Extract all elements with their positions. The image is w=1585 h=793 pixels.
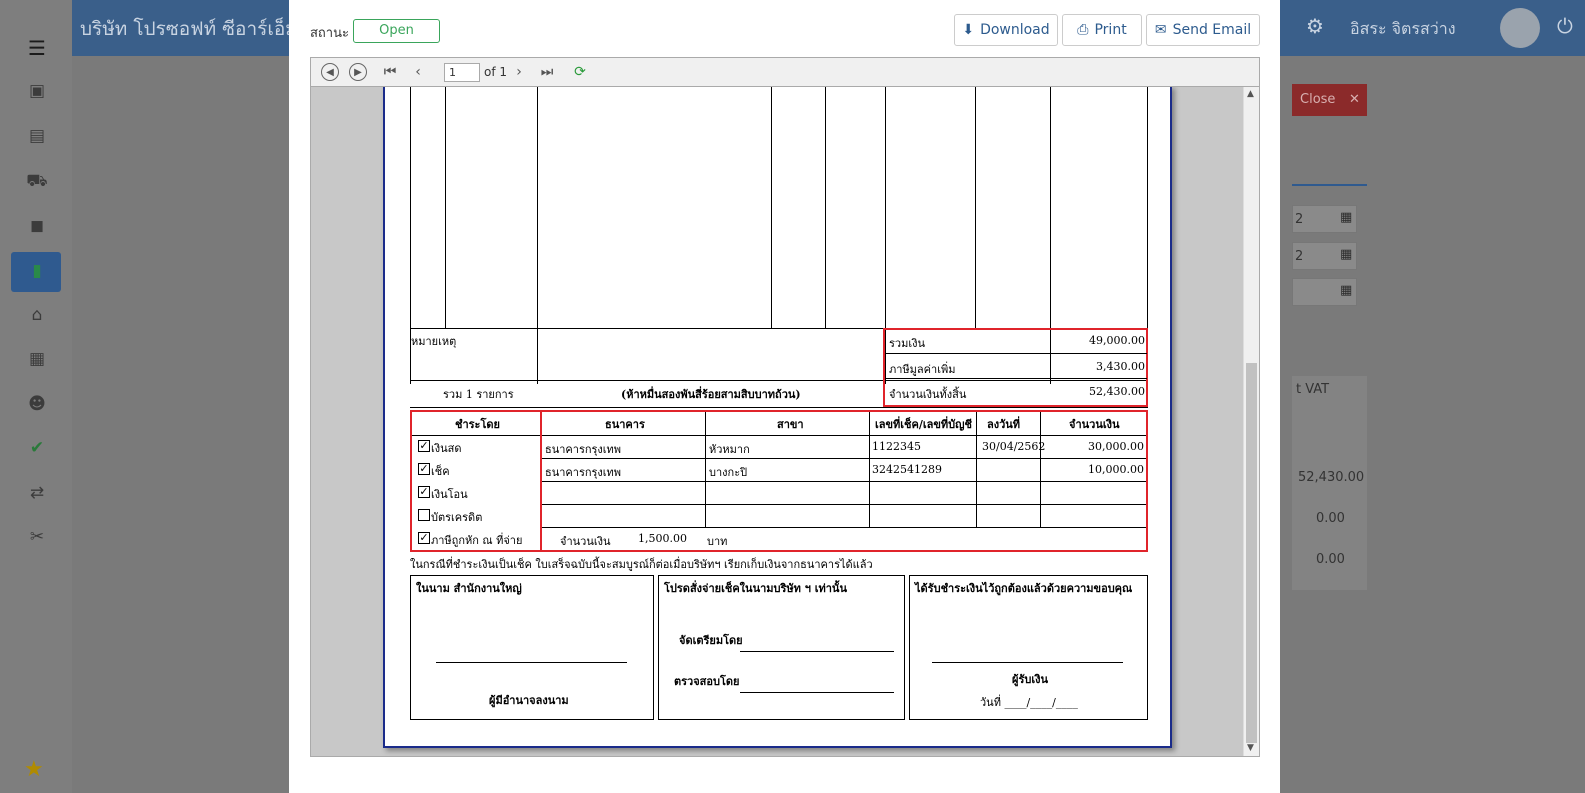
- wht-label: จำนวนเงิน: [560, 535, 611, 548]
- bg-value: 0.00: [1316, 552, 1345, 567]
- page-count: of 1: [484, 65, 508, 79]
- status-label: สถานะ: [310, 26, 349, 41]
- envelope-icon: ✉: [1154, 22, 1167, 38]
- vat-label: ภาษีมูลค่าเพิ่ม: [889, 363, 956, 376]
- print-button[interactable]: ⎙ Print: [1062, 14, 1142, 46]
- grand-total-label: จำนวนเงินทั้งสิ้น: [889, 388, 967, 401]
- wht-unit: บาท: [707, 535, 728, 548]
- column-header: จำนวนเงิน: [1069, 418, 1120, 431]
- scroll-down-icon[interactable]: ▼: [1247, 743, 1254, 753]
- sidebar: ☰ ▣ ▤ ⛟ ◼ ▮ ⌂ ▦ ☻ ✔ ⇄ ✂ ★: [0, 0, 72, 793]
- table-cell: 10,000.00: [1088, 463, 1144, 476]
- download-button[interactable]: ⬇ Download: [954, 14, 1058, 46]
- checkbox-transfer: ✓: [418, 485, 430, 498]
- payment-method-label: เช็ค: [431, 465, 450, 478]
- report-viewer: ▲ ▼ หมายเหตุ รวม 1 รายการ (ห้าหมื่นสองพั…: [310, 87, 1260, 757]
- column-header: เลขที่เช็ค/เลขที่บัญชี: [875, 418, 972, 431]
- column-header: ธนาคาร: [605, 418, 645, 431]
- vat-value: 3,430.00: [1096, 360, 1145, 373]
- payment-method-label: ภาษีถูกหัก ณ ที่จ่าย: [431, 534, 523, 547]
- gear-icon[interactable]: ⚙: [1306, 14, 1324, 38]
- first-page-icon[interactable]: ⏮: [381, 63, 399, 81]
- checkbox-withholding-tax: ✓: [418, 531, 430, 544]
- last-page-icon[interactable]: ⏭: [538, 63, 556, 81]
- checkbox-cash: ✓: [418, 439, 430, 452]
- download-icon: ⬇: [962, 22, 975, 38]
- refresh-icon[interactable]: ⟳: [571, 63, 589, 81]
- vertical-scrollbar[interactable]: ▲ ▼: [1243, 87, 1259, 756]
- send-email-button[interactable]: ✉ Send Email: [1146, 14, 1260, 46]
- summary-panel: t VAT 52,430.00 0.00 0.00: [1292, 376, 1367, 590]
- scroll-up-icon[interactable]: ▲: [1247, 89, 1254, 99]
- check-icon[interactable]: ✔: [24, 435, 50, 461]
- cart-icon[interactable]: ⛟: [24, 168, 50, 194]
- avatar[interactable]: [1500, 8, 1540, 48]
- cheque-note: ในกรณีที่ชำระเงินเป็นเช็ค ใบเสร็จฉบับนี้…: [410, 558, 873, 571]
- wallet-icon[interactable]: ▦: [24, 346, 50, 372]
- table-cell: 30,000.00: [1088, 440, 1144, 453]
- payment-method-label: เงินโอน: [431, 488, 468, 501]
- forward-icon[interactable]: ▶: [349, 63, 367, 81]
- calendar-icon[interactable]: ▦: [1340, 247, 1352, 262]
- power-icon[interactable]: ⏻: [1557, 14, 1573, 38]
- payment-header: ชำระโดย: [455, 418, 500, 431]
- bg-total: 52,430.00: [1298, 470, 1365, 485]
- table-cell: ธนาคารกรุงเทพ: [545, 443, 622, 456]
- back-icon[interactable]: ◀: [321, 63, 339, 81]
- payment-method-label: เงินสด: [431, 442, 462, 455]
- checkbox-cheque: ✓: [418, 462, 430, 475]
- tab-underline: [1292, 184, 1367, 186]
- report-toolbar: ◀ ▶ ⏮ ‹ 1 of 1 › ⏭ ⟳: [310, 57, 1260, 87]
- scroll-thumb[interactable]: [1246, 363, 1257, 743]
- bank-icon[interactable]: ⌂: [24, 302, 50, 328]
- users-icon[interactable]: ☻: [24, 391, 50, 417]
- signature-box-receiver: ได้รับชำระเงินไว้ถูกต้องแล้วด้วยความขอบค…: [909, 575, 1148, 720]
- receipt-page: หมายเหตุ รวม 1 รายการ (ห้าหมื่นสองพันสี่…: [383, 87, 1172, 748]
- tools-icon[interactable]: ✂: [24, 524, 50, 550]
- signature-box-authorized: ในนาม สำนักงานใหญ่ ผู้มีอำนาจลงนาม: [410, 575, 654, 720]
- receipt-modal: สถานะ Open ⬇ Download ⎙ Print ✉ Send Email …: [289, 0, 1280, 793]
- payment-method-label: บัตรเครดิต: [431, 511, 483, 524]
- vat-label: t VAT: [1296, 382, 1330, 397]
- table-cell: บางกะปิ: [709, 466, 748, 479]
- column-header: สาขา: [777, 418, 804, 431]
- menu-icon[interactable]: ☰: [28, 36, 46, 60]
- previous-page-icon[interactable]: ‹: [409, 63, 427, 81]
- star-icon[interactable]: ★: [24, 757, 44, 782]
- total-items: รวม 1 รายการ: [443, 388, 514, 401]
- signature-box-prepared: โปรดสั่งจ่ายเช็คในนามบริษัท ฯ เท่านั้น จ…: [658, 575, 905, 720]
- checkbox-credit-card: [418, 509, 430, 521]
- calendar-icon[interactable]: ▦: [1340, 283, 1352, 298]
- page-number-input[interactable]: 1: [444, 63, 480, 82]
- table-cell: ธนาคารกรุงเทพ: [545, 466, 622, 479]
- status-badge: Open: [353, 19, 440, 43]
- table-cell: หัวหมาก: [709, 443, 750, 456]
- remark-label: หมายเหตุ: [411, 335, 457, 348]
- wht-value: 1,500.00: [638, 532, 687, 545]
- table-cell: 3242541289: [872, 463, 942, 476]
- box-icon[interactable]: ◼: [24, 213, 50, 239]
- subtotal-label: รวมเงิน: [889, 337, 925, 350]
- transfer-icon[interactable]: ⇄: [24, 480, 50, 506]
- close-icon[interactable]: ✕: [1349, 84, 1367, 116]
- column-header: ลงวันที่: [987, 418, 1021, 431]
- printer-icon: ⎙: [1077, 22, 1089, 38]
- book-icon[interactable]: ▮: [24, 258, 50, 284]
- table-cell: 1122345: [872, 440, 921, 453]
- bg-value: 0.00: [1316, 511, 1345, 526]
- next-page-icon[interactable]: ›: [510, 63, 528, 81]
- table-cell: 30/04/2562: [982, 440, 1046, 453]
- calendar-icon[interactable]: ▦: [1340, 210, 1352, 225]
- subtotal-value: 49,000.00: [1089, 334, 1145, 347]
- grand-total-value: 52,430.00: [1089, 385, 1145, 398]
- user-name[interactable]: อิสระ จิตรสว่าง: [1350, 17, 1456, 42]
- dashboard-icon[interactable]: ▣: [24, 78, 50, 104]
- amount-in-words: (ห้าหมื่นสองพันสี่ร้อยสามสิบบาทถ้วน): [621, 388, 801, 401]
- money-icon[interactable]: ▤: [24, 123, 50, 149]
